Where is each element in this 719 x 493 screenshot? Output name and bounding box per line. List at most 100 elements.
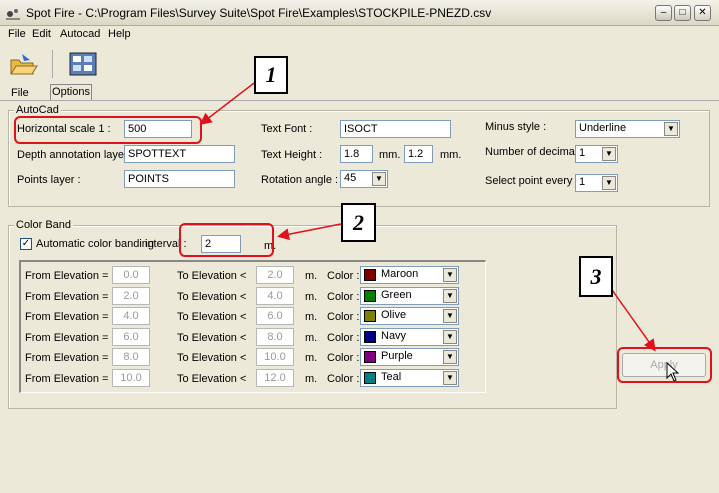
color-swatch (364, 351, 376, 364)
to-elevation-input[interactable]: 10.0 (256, 348, 294, 367)
unit-label: m. (305, 311, 318, 324)
minimize-button[interactable]: – (655, 5, 672, 21)
to-elevation-input[interactable]: 6.0 (256, 307, 294, 326)
color-name: Maroon (381, 268, 419, 280)
text-font-input[interactable]: ISOCT (340, 120, 451, 138)
color-swatch (364, 310, 376, 323)
menu-bar: File Edit Autocad Help (0, 26, 719, 44)
to-elevation-label: To Elevation < (177, 270, 247, 282)
color-name: Teal (381, 371, 402, 383)
chevron-down-icon: ▼ (443, 371, 457, 385)
color-swatch (364, 269, 376, 281)
from-elevation-input[interactable]: 2.0 (112, 286, 150, 305)
color-swatch (364, 330, 376, 343)
unit-label: m. (305, 352, 318, 365)
from-elevation-input[interactable]: 8.0 (112, 348, 150, 367)
color-label: Color : (327, 373, 360, 385)
tab-divider (0, 100, 719, 101)
from-elevation-label: From Elevation = (25, 290, 109, 303)
points-layer-input[interactable]: POINTS (124, 170, 235, 188)
minus-style-select[interactable]: Underline ▼ (575, 120, 680, 138)
color-label: Color : (327, 290, 360, 303)
from-elevation-input[interactable]: 6.0 (112, 327, 150, 346)
from-elevation-input[interactable]: 10.0 (112, 369, 150, 387)
color-select[interactable]: Olive ▼ (360, 307, 459, 326)
to-elevation-label: To Elevation < (177, 311, 247, 324)
toolbar (0, 44, 719, 84)
unit-label: m. (305, 373, 318, 385)
window-title: Spot Fire - C:\Program Files\Survey Suit… (26, 6, 492, 20)
chevron-down-icon: ▼ (602, 147, 616, 161)
open-folder-icon (10, 54, 38, 75)
chevron-down-icon: ▼ (443, 350, 457, 365)
minus-style-label: Minus style : (485, 121, 547, 133)
decimals-label: Number of decimal : (485, 146, 584, 158)
chevron-down-icon: ▼ (443, 309, 457, 324)
select-every-select[interactable]: 1 ▼ (575, 174, 618, 192)
rotation-angle-select[interactable]: 45 ▼ (340, 170, 388, 188)
to-elevation-input[interactable]: 4.0 (256, 286, 294, 305)
chevron-down-icon: ▼ (443, 288, 457, 303)
highlight-apply (617, 347, 712, 383)
title-bar: Spot Fire - C:\Program Files\Survey Suit… (0, 0, 719, 26)
text-font-label: Text Font : (261, 123, 313, 135)
to-elevation-label: To Elevation < (177, 290, 247, 303)
color-label: Color : (327, 352, 360, 365)
select-every-value: 1 (579, 176, 586, 188)
from-elevation-label: From Elevation = (25, 270, 109, 282)
from-elevation-label: From Elevation = (25, 331, 109, 344)
toolbar-divider (52, 50, 53, 78)
color-name: Olive (381, 309, 407, 322)
tab-options[interactable]: Options (50, 84, 92, 100)
from-elevation-label: From Elevation = (25, 352, 109, 365)
color-select[interactable]: Navy ▼ (360, 327, 459, 346)
open-file-button[interactable] (8, 50, 38, 78)
text-height-unit-1: mm. (379, 149, 401, 161)
from-elevation-label: From Elevation = (25, 373, 109, 385)
rotation-angle-value: 45 (344, 172, 357, 184)
decimals-select[interactable]: 1 ▼ (575, 145, 618, 163)
app-icon (6, 9, 20, 20)
color-name: Navy (381, 329, 407, 342)
options-button[interactable] (68, 50, 98, 78)
from-elevation-label: From Elevation = (25, 311, 109, 324)
close-button[interactable]: ✕ (694, 5, 711, 21)
text-height-input-2[interactable]: 1.2 (404, 145, 433, 163)
from-elevation-input[interactable]: 0.0 (112, 266, 150, 284)
color-select[interactable]: Teal ▼ (360, 369, 459, 387)
text-height-input-1[interactable]: 1.8 (340, 145, 373, 163)
menu-help[interactable]: Help (108, 28, 131, 40)
callout-number-1: 1 (254, 56, 288, 94)
color-name: Purple (381, 350, 413, 363)
unit-label: m. (305, 290, 318, 303)
decimals-value: 1 (579, 147, 586, 159)
to-elevation-label: To Elevation < (177, 352, 247, 365)
color-select[interactable]: Maroon ▼ (360, 266, 459, 284)
chevron-down-icon: ▼ (664, 122, 678, 136)
chevron-down-icon: ▼ (602, 176, 616, 190)
color-swatch (364, 289, 376, 302)
depth-layer-label: Depth annotation layer : (17, 149, 134, 161)
menu-edit[interactable]: Edit (32, 28, 51, 40)
points-layer-label: Points layer : (17, 174, 81, 186)
to-elevation-input[interactable]: 2.0 (256, 266, 294, 284)
color-select[interactable]: Purple ▼ (360, 348, 459, 367)
to-elevation-label: To Elevation < (177, 373, 247, 385)
menu-autocad[interactable]: Autocad (60, 28, 100, 40)
from-elevation-input[interactable]: 4.0 (112, 307, 150, 326)
unit-label: m. (305, 270, 318, 282)
depth-layer-input[interactable]: SPOTTEXT (124, 145, 235, 163)
to-elevation-label: To Elevation < (177, 331, 247, 344)
to-elevation-input[interactable]: 12.0 (256, 369, 294, 387)
chevron-down-icon: ▼ (372, 172, 386, 186)
rotation-angle-label: Rotation angle : (261, 174, 339, 186)
to-elevation-input[interactable]: 8.0 (256, 327, 294, 346)
color-label: Color : (327, 331, 360, 344)
text-height-label: Text Height : (261, 149, 323, 161)
tab-file[interactable]: File (11, 87, 29, 99)
color-swatch (364, 372, 376, 384)
auto-banding-checkbox[interactable]: ✓ (20, 238, 32, 250)
color-select[interactable]: Green ▼ (360, 286, 459, 305)
menu-file[interactable]: File (8, 28, 26, 40)
maximize-button[interactable]: □ (674, 5, 691, 21)
